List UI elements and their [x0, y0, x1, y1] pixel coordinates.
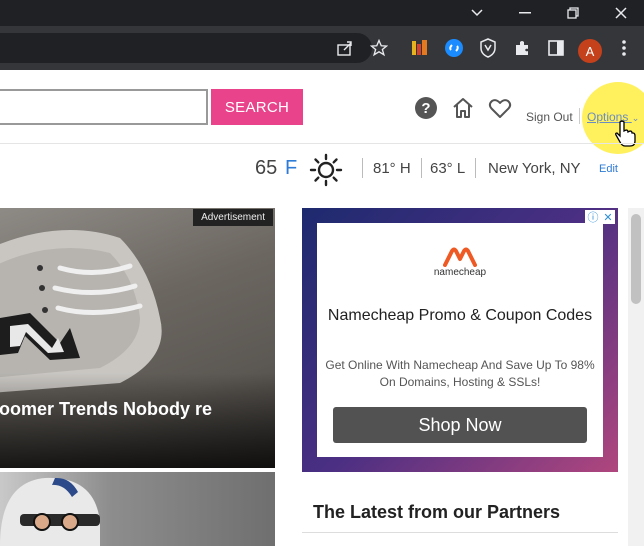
weather-low: 63° L [430, 160, 466, 177]
feature-headline[interactable]: Boomer Trends Nobody re [0, 398, 275, 420]
advertisement-tag: Advertisement [193, 209, 273, 226]
header-divider-line [0, 143, 644, 144]
partners-divider [302, 532, 618, 533]
weather-divider [475, 158, 476, 178]
tab-search-chevron-icon[interactable] [454, 0, 500, 26]
restore-button[interactable] [550, 0, 596, 26]
hero-caption-shade [0, 373, 275, 468]
search-input[interactable] [0, 89, 208, 125]
scrollbar-thumb[interactable] [631, 214, 641, 304]
search-button[interactable]: SEARCH [211, 89, 303, 125]
avatar-initial: A [585, 43, 595, 59]
browser-titlebar [0, 0, 644, 26]
shazam-extension-icon[interactable] [444, 38, 464, 58]
brand-name: namecheap [433, 267, 487, 278]
weather-divider [421, 158, 422, 178]
extension-stack-icon[interactable] [410, 38, 430, 58]
header-divider [579, 108, 580, 124]
profile-avatar[interactable]: A [578, 39, 602, 63]
ad-close-icon[interactable]: ✕ [603, 211, 612, 224]
weather-edit-link[interactable]: Edit [599, 163, 618, 175]
partners-heading: The Latest from our Partners [313, 502, 561, 522]
weather-temp: 65 [255, 157, 278, 179]
share-icon[interactable] [335, 38, 355, 58]
star-icon[interactable] [369, 38, 389, 58]
shield-extension-icon[interactable] [478, 38, 498, 58]
sign-out-link[interactable]: Sign Out [526, 110, 573, 124]
address-bar[interactable] [0, 33, 372, 63]
svg-text:?: ? [421, 100, 430, 117]
feature-card-football[interactable] [0, 472, 275, 546]
ad-card[interactable]: namecheap Namecheap Promo & Coupon Codes… [317, 223, 603, 457]
sponsored-feature-card[interactable]: Advertisement Boomer Trends Nobody re [0, 208, 275, 468]
namecheap-logo-icon [443, 247, 477, 267]
weather-high: 81° H [373, 160, 411, 177]
puzzle-extensions-icon[interactable] [512, 38, 532, 58]
shop-now-button[interactable]: Shop Now [333, 407, 587, 443]
home-icon[interactable] [451, 96, 475, 120]
sidepanel-icon[interactable] [546, 38, 566, 58]
minimize-button[interactable] [502, 0, 548, 26]
ad-title: Namecheap Promo & Coupon Codes [327, 307, 593, 324]
sun-icon [308, 152, 344, 188]
ad-description: Get Online With Namecheap And Save Up To… [325, 358, 595, 389]
weather-divider [362, 158, 363, 178]
heart-icon[interactable] [488, 96, 512, 120]
close-window-button[interactable] [598, 0, 644, 26]
kebab-menu-icon[interactable] [614, 38, 634, 58]
weather-unit-toggle[interactable]: F [285, 157, 297, 180]
ad-controls[interactable]: ⓘ ✕ [585, 210, 615, 224]
help-icon[interactable]: ? [414, 96, 438, 120]
weather-location: New York, NY [488, 160, 581, 177]
football-player-photo [0, 477, 100, 546]
